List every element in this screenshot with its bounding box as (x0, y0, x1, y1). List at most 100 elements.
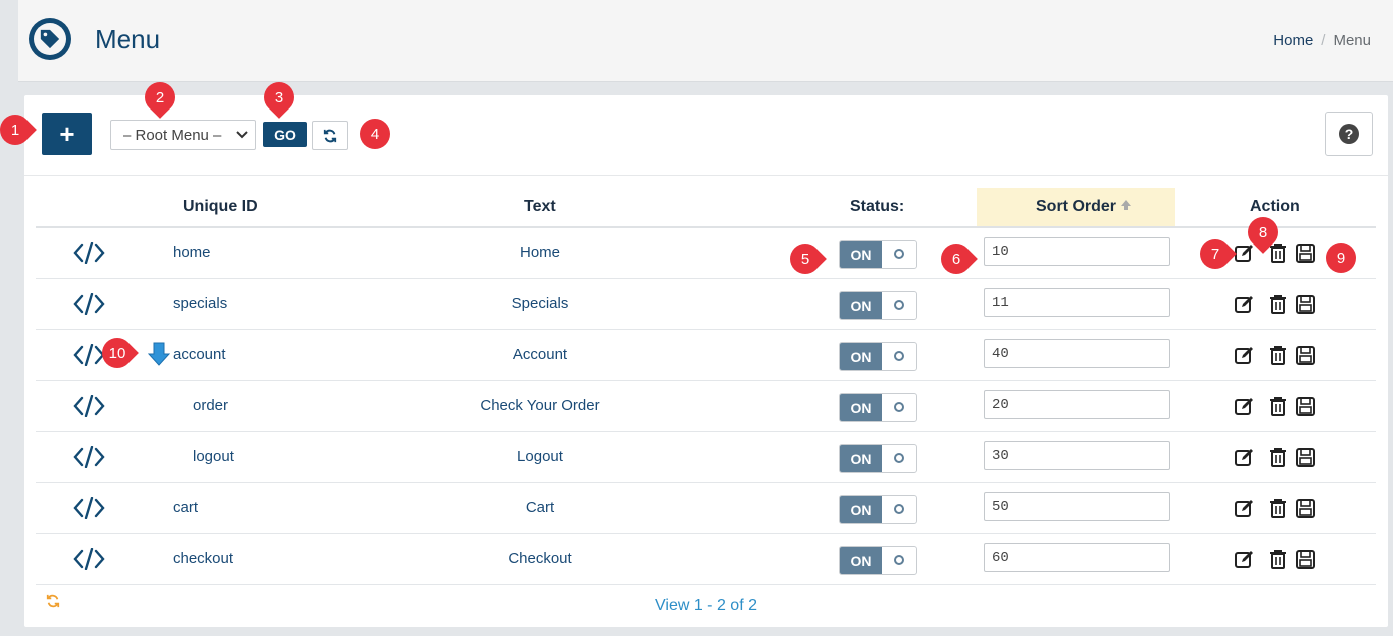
code-icon[interactable] (72, 497, 106, 519)
breadcrumb-home-link[interactable]: Home (1273, 32, 1313, 49)
status-toggle[interactable]: ON (839, 444, 917, 473)
callout-10: 10 (102, 338, 132, 368)
status-toggle-on-label: ON (840, 496, 882, 523)
sort-order-input[interactable] (984, 288, 1170, 317)
table-row[interactable]: account Account ON (36, 330, 1376, 381)
help-button[interactable]: ? (1325, 112, 1373, 156)
code-icon[interactable] (72, 548, 106, 570)
table-header: Unique ID Text Status: Sort Order Action (36, 188, 1376, 228)
edit-icon[interactable] (1234, 447, 1256, 467)
parent-menu-select[interactable]: – Root Menu – (110, 120, 256, 150)
delete-icon[interactable] (1268, 498, 1288, 519)
status-toggle-off-circle (894, 351, 904, 361)
unique-id-cell: account (173, 346, 226, 363)
save-icon[interactable] (1295, 345, 1316, 366)
breadcrumb: Home / Menu (1273, 32, 1371, 49)
text-cell: Check Your Order (480, 397, 600, 414)
toolbar: + – Root Menu – GO ? (24, 95, 1388, 176)
edit-icon[interactable] (1234, 243, 1256, 263)
unique-id-cell: home (173, 244, 211, 261)
edit-icon[interactable] (1234, 549, 1256, 569)
status-toggle[interactable]: ON (839, 342, 917, 371)
callout-5: 5 (790, 244, 820, 274)
text-cell: Logout (517, 448, 563, 465)
unique-id-cell: order (193, 397, 229, 414)
code-icon[interactable] (72, 242, 106, 264)
chevron-down-icon (236, 131, 248, 139)
text-cell: Account (512, 346, 568, 363)
status-toggle-on-label: ON (840, 292, 882, 319)
code-icon[interactable] (72, 395, 106, 417)
help-icon: ? (1339, 124, 1359, 144)
go-button[interactable]: GO (263, 122, 307, 147)
delete-icon[interactable] (1268, 549, 1288, 570)
save-icon[interactable] (1295, 549, 1316, 570)
text-cell: Cart (525, 499, 555, 516)
parent-menu-select-value: – Root Menu – (123, 126, 222, 144)
callout-1: 1 (0, 115, 30, 145)
delete-icon[interactable] (1268, 243, 1288, 264)
breadcrumb-current: Menu (1333, 32, 1371, 49)
save-icon[interactable] (1295, 396, 1316, 417)
sort-order-input[interactable] (984, 543, 1170, 572)
grid-footer: View 1 - 2 of 2 (36, 584, 1376, 624)
status-toggle[interactable]: ON (839, 291, 917, 320)
table-row[interactable]: checkout Checkout ON (36, 534, 1376, 585)
sort-order-input[interactable] (984, 492, 1170, 521)
table-row[interactable]: order Check Your Order ON (36, 381, 1376, 432)
delete-icon[interactable] (1268, 294, 1288, 315)
status-toggle-off-circle (894, 249, 904, 259)
text-cell: Specials (511, 295, 569, 312)
header-sort-order[interactable]: Sort Order (1036, 198, 1132, 216)
callout-2: 2 (145, 82, 175, 112)
status-toggle-on-label: ON (840, 547, 882, 574)
callout-9: 9 (1326, 243, 1356, 273)
header-sort-order-label: Sort Order (1036, 198, 1117, 215)
header-status[interactable]: Status: (850, 198, 904, 216)
sort-order-input[interactable] (984, 390, 1170, 419)
status-toggle[interactable]: ON (839, 240, 917, 269)
unique-id-cell: logout (193, 448, 234, 465)
delete-icon[interactable] (1268, 396, 1288, 417)
page-title: Menu (95, 24, 161, 54)
code-icon[interactable] (72, 293, 106, 315)
refresh-button[interactable] (312, 121, 348, 150)
status-toggle-on-label: ON (840, 241, 882, 268)
status-toggle[interactable]: ON (839, 546, 917, 575)
table-row[interactable]: cart Cart ON (36, 483, 1376, 534)
save-icon[interactable] (1295, 447, 1316, 468)
unique-id-cell: specials (173, 295, 228, 312)
delete-icon[interactable] (1268, 345, 1288, 366)
callout-4: 4 (360, 119, 390, 149)
sort-asc-icon (1121, 200, 1132, 210)
sort-order-input[interactable] (984, 237, 1170, 266)
save-icon[interactable] (1295, 243, 1316, 264)
edit-icon[interactable] (1234, 498, 1256, 518)
save-icon[interactable] (1295, 498, 1316, 519)
sort-order-input[interactable] (984, 339, 1170, 368)
pager-info: View 1 - 2 of 2 (655, 597, 757, 614)
table-row[interactable]: home Home ON (36, 228, 1376, 279)
status-toggle[interactable]: ON (839, 393, 917, 422)
status-toggle[interactable]: ON (839, 495, 917, 524)
sort-order-input[interactable] (984, 441, 1170, 470)
edit-icon[interactable] (1234, 345, 1256, 365)
header-action: Action (1250, 198, 1300, 215)
table-row[interactable]: specials Specials ON (36, 279, 1376, 330)
header-text[interactable]: Text (524, 198, 556, 216)
edit-icon[interactable] (1234, 396, 1256, 416)
unique-id-cell: cart (173, 499, 199, 516)
callout-7: 7 (1200, 239, 1230, 269)
unique-id-cell: checkout (173, 550, 234, 567)
header-unique-id[interactable]: Unique ID (183, 198, 258, 216)
code-icon[interactable] (72, 344, 106, 366)
code-icon[interactable] (72, 446, 106, 468)
status-toggle-off-circle (894, 453, 904, 463)
delete-icon[interactable] (1268, 447, 1288, 468)
edit-icon[interactable] (1234, 294, 1256, 314)
table-row[interactable]: logout Logout ON (36, 432, 1376, 483)
callout-6: 6 (941, 244, 971, 274)
expand-arrow-icon[interactable] (148, 342, 170, 366)
save-icon[interactable] (1295, 294, 1316, 315)
add-menu-button[interactable]: + (42, 113, 92, 155)
